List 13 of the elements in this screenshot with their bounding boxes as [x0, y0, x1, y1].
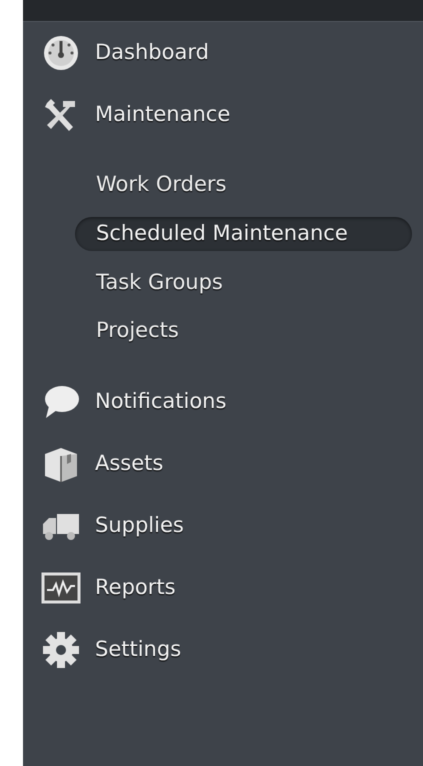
nav-item[interactable]: Dashboard	[23, 22, 423, 84]
gauge-icon	[41, 33, 81, 73]
submenu-item[interactable]: Work Orders	[75, 169, 412, 201]
nav-item[interactable]: Settings	[23, 619, 423, 681]
submenu-item[interactable]: Scheduled Maintenance	[75, 217, 412, 251]
gear-icon	[41, 630, 81, 670]
submenu-item[interactable]: Projects	[75, 315, 412, 347]
submenu-item[interactable]: Task Groups	[75, 267, 412, 299]
nav-item[interactable]: Reports	[23, 557, 423, 619]
nav-item[interactable]: Notifications	[23, 371, 423, 433]
nav-item[interactable]: Assets	[23, 433, 423, 495]
nav-item[interactable]: Maintenance	[23, 84, 423, 146]
nav-item[interactable]: Supplies	[23, 495, 423, 557]
